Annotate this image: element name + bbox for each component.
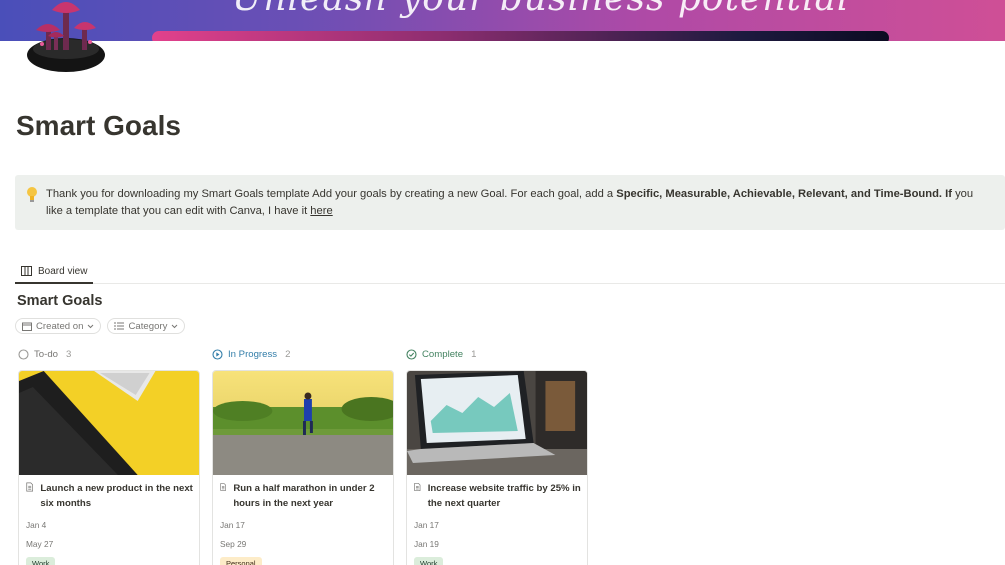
category-tag: Work [26,557,56,565]
category-tag: Personal [220,557,262,565]
created-on-filter[interactable]: Created on [15,318,102,334]
card-end-date: Jan 19 [414,539,439,549]
page-icon [220,483,226,491]
board-card[interactable]: Increase website traffic by 25% in the n… [406,370,588,565]
database-title[interactable]: Smart Goals [17,293,102,309]
card-title: Launch a new product in the next six mon… [40,483,193,509]
filter-label: Created on [36,320,84,332]
banner-text: Unleash your business potential [232,0,850,19]
column-label: Complete [422,349,464,360]
callout: Thank you for downloading my Smart Goals… [15,175,1005,230]
column-count: 1 [471,349,477,360]
banner-bar [152,31,889,41]
calendar-icon [22,322,32,331]
card-start-date: Jan 4 [26,520,47,530]
card-title: Run a half marathon in under 2 hours in … [233,483,375,509]
card-end-date: Sep 29 [220,539,247,549]
page-icon [414,482,421,492]
column-count: 2 [285,349,291,360]
chevron-down-icon [88,324,94,328]
circle-empty-icon [18,349,29,360]
category-tag: Work [414,557,444,565]
card-cover-image [19,371,199,475]
tab-board-view[interactable]: Board view [15,260,94,284]
tab-label: Board view [38,265,88,277]
page-title: Smart Goals [16,110,181,141]
column-label: To-do [34,349,58,360]
callout-bold-text: Specific, Measurable, Achievable, Releva… [616,188,952,200]
list-icon [114,322,125,330]
card-start-date: Jan 17 [414,520,439,530]
mushroom-icon[interactable] [24,0,108,74]
chevron-down-icon [172,324,178,328]
column-header-in-progress[interactable]: In Progress 2 [212,349,290,360]
card-title: Increase website traffic by 25% in the n… [427,483,581,509]
column-header-complete[interactable]: Complete 1 [406,349,476,360]
view-tabs: Board view [15,260,1005,284]
board-icon [21,266,32,276]
column-count: 3 [66,349,72,360]
page-icon [26,482,34,492]
card-cover-image [213,371,393,475]
play-circle-icon [212,349,223,360]
filter-bar: Created on Category [15,318,186,334]
board-card[interactable]: Run a half marathon in under 2 hours in … [212,370,394,565]
board-card[interactable]: Launch a new product in the next six mon… [18,370,200,565]
callout-text-part: Thank you for downloading my Smart Goals… [46,188,617,200]
category-filter[interactable]: Category [107,318,186,334]
card-end-date: May 27 [26,539,54,549]
callout-text: Thank you for downloading my Smart Goals… [46,186,987,220]
lightbulb-icon [27,187,37,202]
card-start-date: Jan 17 [220,520,245,530]
here-link[interactable]: here [310,205,332,217]
column-label: In Progress [228,349,278,360]
filter-label: Category [128,320,168,332]
check-circle-icon [406,349,417,360]
cover-banner: Unleash your business potential [0,0,1005,41]
card-cover-image [407,371,587,475]
column-header-todo[interactable]: To-do 3 [18,349,71,360]
